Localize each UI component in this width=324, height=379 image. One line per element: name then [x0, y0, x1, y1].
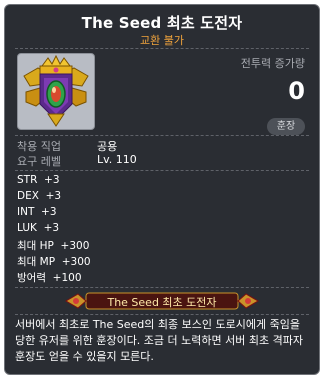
divider — [15, 287, 309, 288]
stat-defense: 방어력 +100 — [17, 272, 82, 284]
stat-max-mp: 최대 MP +300 — [17, 256, 91, 268]
req-level-value: Lv. 110 — [97, 153, 137, 166]
medal-icon — [23, 54, 89, 127]
medal-badge: 훈장 — [267, 118, 305, 135]
divider — [15, 48, 309, 49]
stat-int: INT +3 — [17, 206, 57, 218]
stat-max-hp: 최대 HP +300 — [17, 240, 90, 252]
item-icon-frame — [17, 53, 95, 130]
item-name: The Seed 최초 도전자 — [81, 14, 243, 32]
divider — [15, 170, 309, 171]
req-level-label: 요구 레벨 — [17, 155, 61, 168]
item-tooltip: The Seed 최초 도전자 교환 불가 전투력 증가량 0 훈장 착용 직업… — [4, 4, 320, 375]
stat-dex: DEX +3 — [17, 190, 62, 202]
power-label: 전투력 증가량 — [240, 57, 305, 70]
trade-status: 교환 불가 — [140, 34, 184, 47]
banner-text: The Seed 최초 도전자 — [107, 296, 217, 309]
power-value: 0 — [288, 77, 305, 105]
item-description: 서버에서 최초로 The Seed의 최종 보스인 도로시에게 죽임을 당한 유… — [15, 318, 303, 363]
req-job-value: 공용 — [97, 140, 118, 153]
divider — [15, 314, 309, 315]
stat-luk: LUK +3 — [17, 222, 60, 234]
stat-str: STR +3 — [17, 174, 60, 186]
divider — [15, 135, 309, 136]
req-job-label: 착용 직업 — [17, 140, 61, 153]
medal-title-banner: The Seed 최초 도전자 — [64, 291, 260, 311]
